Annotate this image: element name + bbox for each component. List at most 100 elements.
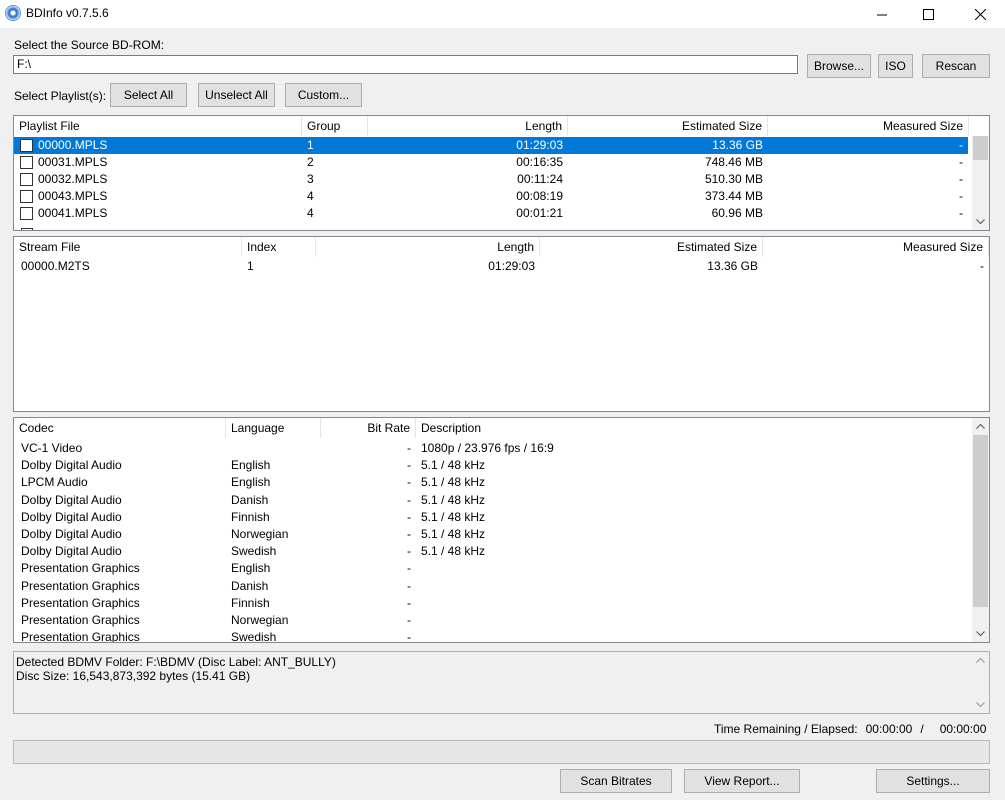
- codec-name: Dolby Digital Audio: [21, 544, 122, 559]
- codec-name: Presentation Graphics: [21, 595, 140, 610]
- col-estimated-size[interactable]: Estimated Size: [568, 116, 768, 136]
- playlist-header: Playlist File Group Length Estimated Siz…: [14, 116, 989, 136]
- codec-row[interactable]: Dolby Digital Audio Swedish -5.1 / 48 kHz: [14, 543, 972, 560]
- playlist-next-row-fragment: [14, 228, 972, 230]
- view-report-button[interactable]: View Report...: [684, 769, 800, 793]
- window-title: BDInfo v0.7.5.6: [26, 6, 109, 20]
- codec-row[interactable]: LPCM Audio English -5.1 / 48 kHz: [14, 474, 972, 491]
- scroll-down-icon[interactable]: [972, 625, 989, 642]
- playlist-row[interactable]: 00032.MPLS 3 00:11:24 510.30 MB -: [14, 171, 972, 188]
- playlist-checkbox[interactable]: [20, 207, 33, 220]
- playlist-checkbox[interactable]: [20, 190, 33, 203]
- minimize-button[interactable]: [859, 0, 905, 28]
- col-bit-rate[interactable]: Bit Rate: [321, 418, 416, 438]
- playlist-scrollbar[interactable]: [972, 136, 989, 230]
- settings-button[interactable]: Settings...: [876, 769, 990, 793]
- stream-listview[interactable]: Stream File Index Length Estimated Size …: [13, 236, 990, 412]
- close-button[interactable]: [957, 0, 1003, 28]
- playlist-file: 00032.MPLS: [38, 172, 108, 186]
- codec-language: Norwegian: [231, 613, 289, 627]
- scroll-up-icon[interactable]: [972, 418, 989, 435]
- codec-description: 5.1 / 48 kHz: [421, 527, 486, 541]
- iso-button[interactable]: ISO: [878, 54, 913, 78]
- col-description[interactable]: Description: [416, 418, 971, 438]
- rescan-button[interactable]: Rescan: [922, 54, 990, 78]
- col-measured-size[interactable]: Measured Size: [768, 116, 969, 136]
- col-index[interactable]: Index: [242, 237, 316, 257]
- codec-row[interactable]: Dolby Digital Audio Danish -5.1 / 48 kHz: [14, 492, 972, 509]
- col-language[interactable]: Language: [226, 418, 321, 438]
- codec-name: Dolby Digital Audio: [21, 527, 122, 541]
- col-stream-file[interactable]: Stream File: [14, 237, 242, 257]
- select-playlist-label: Select Playlist(s):: [14, 89, 107, 103]
- scan-bitrates-button[interactable]: Scan Bitrates: [560, 769, 672, 793]
- codec-name: Presentation Graphics: [21, 578, 140, 593]
- codec-language: Norwegian: [231, 527, 289, 541]
- codec-row[interactable]: Presentation Graphics Norwegian -: [14, 612, 972, 629]
- col-stream-length[interactable]: Length: [316, 237, 540, 257]
- col-length[interactable]: Length: [368, 116, 568, 136]
- playlist-group: 3: [307, 172, 314, 186]
- codec-row[interactable]: VC-1 Video -1080p / 23.976 fps / 16:9: [14, 440, 972, 457]
- playlist-estimated-size: 373.44 MB: [704, 189, 763, 203]
- codec-listview[interactable]: Codec Language Bit Rate Description VC-1…: [13, 417, 990, 643]
- codec-scrollbar[interactable]: [972, 418, 989, 642]
- codec-bit-rate: -: [407, 544, 411, 559]
- playlist-file: 00000.MPLS: [38, 138, 108, 152]
- codec-row[interactable]: Dolby Digital Audio Norwegian -5.1 / 48 kH…: [14, 526, 972, 543]
- unselect-all-button[interactable]: Unselect All: [198, 83, 275, 107]
- custom-button[interactable]: Custom...: [285, 83, 362, 107]
- disc-info-textarea[interactable]: Detected BDMV Folder: F:\BDMV (Disc Labe…: [13, 651, 990, 714]
- stream-row[interactable]: 00000.M2TS 1 01:29:03 13.36 GB -: [14, 258, 989, 275]
- playlist-measured-size: -: [959, 189, 963, 203]
- browse-button[interactable]: Browse...: [807, 54, 871, 78]
- codec-row[interactable]: Presentation Graphics English -: [14, 560, 972, 577]
- playlist-estimated-size: 13.36 GB: [712, 138, 763, 152]
- scan-progress-bar: [13, 740, 990, 764]
- col-stream-estimated-size[interactable]: Estimated Size: [540, 237, 763, 257]
- select-all-button[interactable]: Select All: [110, 83, 187, 107]
- source-path-input[interactable]: F:\: [13, 55, 798, 74]
- codec-language: Swedish: [231, 544, 277, 559]
- playlist-checkbox[interactable]: [20, 173, 33, 186]
- col-stream-measured-size[interactable]: Measured Size: [763, 237, 989, 257]
- playlist-row[interactable]: 00000.MPLS 1 01:29:03 13.36 GB -: [14, 137, 968, 154]
- playlist-row[interactable]: 00043.MPLS 4 00:08:19 373.44 MB -: [14, 188, 972, 205]
- col-codec[interactable]: Codec: [14, 418, 226, 438]
- codec-name: Presentation Graphics: [21, 561, 140, 576]
- playlist-file: 00031.MPLS: [38, 155, 108, 169]
- col-group[interactable]: Group: [302, 116, 368, 136]
- codec-row[interactable]: Dolby Digital Audio English -5.1 / 48 kHz: [14, 457, 972, 474]
- time-label: Time Remaining / Elapsed:: [714, 722, 858, 736]
- title-bar: BDInfo v0.7.5.6: [0, 0, 1005, 28]
- codec-row[interactable]: Presentation Graphics Danish -: [14, 578, 972, 595]
- scroll-down-icon[interactable]: [972, 696, 989, 713]
- info-scrollbar[interactable]: [972, 652, 989, 713]
- scroll-up-icon[interactable]: [972, 652, 989, 669]
- col-playlist-file[interactable]: Playlist File: [14, 116, 302, 136]
- codec-description: 5.1 / 48 kHz: [421, 509, 486, 524]
- codec-scroll-thumb[interactable]: [973, 435, 988, 607]
- codec-row[interactable]: Presentation Graphics Finnish -: [14, 595, 972, 612]
- detected-folder-text: Detected BDMV Folder: F:\BDMV (Disc Labe…: [16, 655, 336, 669]
- time-readout: Time Remaining / Elapsed: 00:00:00 / 00:…: [714, 722, 986, 736]
- codec-bit-rate: -: [407, 613, 411, 627]
- codec-header: Codec Language Bit Rate Description: [14, 418, 989, 438]
- playlist-row[interactable]: 00041.MPLS 4 00:01:21 60.96 MB -: [14, 205, 972, 222]
- codec-language: English: [231, 458, 271, 473]
- codec-description: 1080p / 23.976 fps / 16:9: [421, 441, 554, 455]
- playlist-estimated-size: 60.96 MB: [711, 206, 763, 220]
- playlist-scroll-thumb[interactable]: [973, 136, 988, 160]
- playlist-checkbox[interactable]: [20, 139, 33, 152]
- playlist-checkbox[interactable]: [20, 156, 33, 169]
- scroll-down-icon[interactable]: [972, 213, 989, 230]
- playlist-group: 2: [307, 155, 314, 169]
- codec-row[interactable]: Dolby Digital Audio Finnish -5.1 / 48 kHz: [14, 509, 972, 526]
- maximize-button[interactable]: [905, 0, 951, 28]
- codec-row[interactable]: Presentation Graphics Swedish -: [14, 629, 972, 642]
- playlist-length: 01:29:03: [516, 138, 563, 152]
- playlist-listview[interactable]: Playlist File Group Length Estimated Siz…: [13, 115, 990, 231]
- playlist-row[interactable]: 00031.MPLS 2 00:16:35 748.46 MB -: [14, 154, 972, 171]
- playlist-measured-size: -: [959, 138, 963, 152]
- codec-bit-rate: -: [407, 595, 411, 610]
